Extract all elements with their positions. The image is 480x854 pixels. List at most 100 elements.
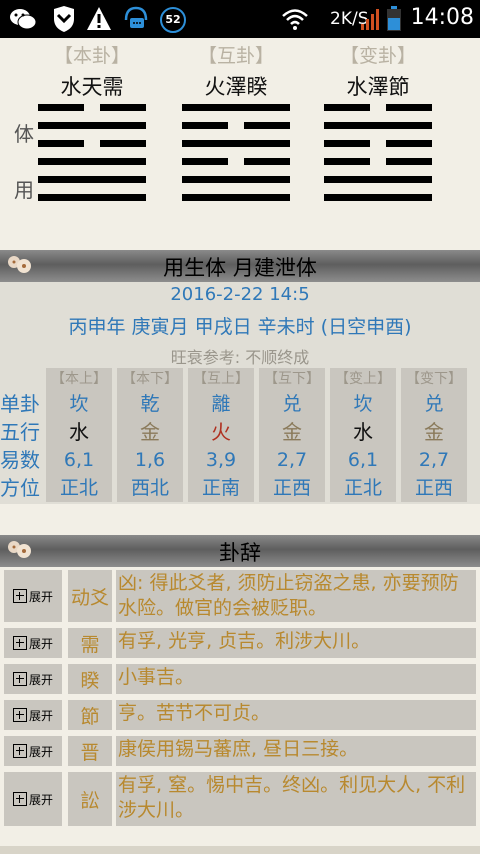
yin-line <box>324 104 432 111</box>
plus-icon <box>12 792 27 806</box>
trigram-cell: 坎 <box>69 393 89 415</box>
expand-button[interactable]: 展开 <box>4 664 62 694</box>
bian-gua-header: 【变卦】 <box>339 45 416 67</box>
guaci-row: 展开 需 有孚, 光亨, 贞吉。利涉大川。 <box>0 628 480 660</box>
ganzhi-line: 丙申年 庚寅月 甲戌日 辛未时 (日空申酉) <box>68 316 412 338</box>
guaci-name: 晋 <box>68 736 112 766</box>
yong-label: 用 <box>14 178 34 202</box>
relation-text: 用生体 月建泄体 <box>163 256 317 280</box>
number-cell: 6,1 <box>347 449 379 471</box>
bian-gua-lines <box>324 104 432 212</box>
status-bar: 52 2K/S 14:08 <box>0 0 480 38</box>
bottom-strip <box>0 846 480 854</box>
battery-level-badge: 52 <box>160 7 186 33</box>
plus-icon <box>12 636 27 650</box>
guaci-text: 小事吉。 <box>116 664 476 694</box>
number-cell: 2,7 <box>418 449 450 471</box>
guaci-row: 展开 節 亨。苦节不可贞。 <box>0 700 480 732</box>
plus-icon <box>12 589 27 603</box>
yin-line <box>38 140 146 147</box>
divination-date: 2016-2-22 14:5 <box>170 284 310 305</box>
guaci-text: 亨。苦节不可贞。 <box>116 700 476 730</box>
wuxing-cell: 金 <box>140 420 160 444</box>
direction-cell: 西北 <box>130 477 169 499</box>
ben-gua[interactable]: 【本卦】 水天需 <box>32 42 152 212</box>
yang-line <box>324 176 432 183</box>
signal-icon <box>361 9 379 30</box>
wuxing-cell: 水 <box>353 420 373 444</box>
trigram-cell: 離 <box>211 393 231 415</box>
number-cell: 6,1 <box>63 449 95 471</box>
shield-icon <box>54 6 74 32</box>
guaci-row: 展开 动爻 凶: 得此爻者, 须防止窃盗之患, 亦要预防水险。做官的会被贬职。 <box>0 568 480 624</box>
guaci-name: 需 <box>68 628 112 658</box>
yang-line <box>324 194 432 201</box>
expand-button[interactable]: 展开 <box>4 700 62 730</box>
direction-cell: 正西 <box>272 477 311 499</box>
expand-button[interactable]: 展开 <box>4 628 62 658</box>
warning-icon <box>87 7 111 30</box>
ben-gua-name: 水天需 <box>60 75 124 99</box>
number-cell: 2,7 <box>276 449 308 471</box>
guaci-text: 有孚, 光亨, 贞吉。利涉大川。 <box>116 628 476 658</box>
guaci-row: 展开 訟 有孚, 窒。惕中吉。终凶。利见大人, 不利涉大川。 <box>0 772 480 828</box>
guaci-name: 節 <box>68 700 112 730</box>
trigram-column: 【互上】 離 火 3,9 正南 <box>188 368 254 502</box>
guaci-text: 凶: 得此爻者, 须防止窃盗之患, 亦要预防水险。做官的会被贬职。 <box>116 570 476 622</box>
trigram-cell: 兑 <box>282 393 302 415</box>
wuxing-cell: 金 <box>282 420 302 444</box>
number-cell: 3,9 <box>205 449 237 471</box>
hu-gua-header: 【互卦】 <box>197 45 274 67</box>
row-label-dangua: 单卦 <box>0 392 40 416</box>
guaci-name: 訟 <box>68 772 112 826</box>
trigram-cell: 坎 <box>353 393 373 415</box>
bian-gua[interactable]: 【变卦】 水澤節 <box>318 42 438 212</box>
guaci-banner: 卦辞 <box>0 535 480 567</box>
trigram-cell: 乾 <box>140 393 160 415</box>
plus-icon <box>12 672 27 686</box>
trigram-cell: 兑 <box>424 393 444 415</box>
trigram-column: 【本上】 坎 水 6,1 正北 <box>46 368 112 502</box>
yang-line <box>182 194 290 201</box>
direction-cell: 正西 <box>414 477 453 499</box>
yang-line <box>38 122 146 129</box>
yang-line <box>182 176 290 183</box>
relation-banner: 用生体 月建泄体 <box>0 250 480 282</box>
wechat-icon <box>10 9 37 30</box>
hu-gua[interactable]: 【互卦】 火澤睽 <box>176 42 296 212</box>
battery-icon <box>387 6 401 31</box>
yang-line <box>38 176 146 183</box>
yin-line <box>324 140 432 147</box>
bian-gua-name: 水澤節 <box>346 75 410 99</box>
guaci-text: 有孚, 窒。惕中吉。终凶。利见大人, 不利涉大川。 <box>116 772 476 826</box>
yang-line <box>324 122 432 129</box>
direction-cell: 正南 <box>201 477 240 499</box>
ti-label: 体 <box>14 122 34 146</box>
guaci-row: 展开 睽 小事吉。 <box>0 664 480 696</box>
plus-icon <box>12 708 27 722</box>
hu-gua-name: 火澤睽 <box>204 75 268 99</box>
wuxing-cell: 火 <box>211 420 231 444</box>
guaci-title: 卦辞 <box>219 541 261 565</box>
row-label-yishu: 易数 <box>0 448 40 472</box>
direction-cell: 正北 <box>59 477 98 499</box>
row-labels: 单卦 五行 易数 方位 <box>0 368 44 502</box>
row-label-wuxing: 五行 <box>0 420 40 444</box>
expand-button[interactable]: 展开 <box>4 772 62 826</box>
wuxing-cell: 金 <box>424 420 444 444</box>
expand-button[interactable]: 展开 <box>4 570 62 622</box>
guaci-name: 睽 <box>68 664 112 694</box>
guaci-row: 展开 晋 康侯用锡马蕃庶, 昼日三接。 <box>0 736 480 768</box>
chat-headset-icon <box>124 6 148 28</box>
number-cell: 1,6 <box>134 449 166 471</box>
ben-gua-header: 【本卦】 <box>53 45 130 67</box>
wifi-icon <box>282 9 308 30</box>
trigram-column: 【互下】 兑 金 2,7 正西 <box>259 368 325 502</box>
wuxing-cell: 水 <box>69 420 89 444</box>
yang-line <box>182 140 290 147</box>
trigram-column: 【本下】 乾 金 1,6 西北 <box>117 368 183 502</box>
expand-button[interactable]: 展开 <box>4 736 62 766</box>
info-panel: 2016-2-22 14:5 丙申年 庚寅月 甲戌日 辛未时 (日空申酉) 旺衰… <box>0 282 480 504</box>
guaci-text: 康侯用锡马蕃庶, 昼日三接。 <box>116 736 476 766</box>
yin-line <box>38 104 146 111</box>
